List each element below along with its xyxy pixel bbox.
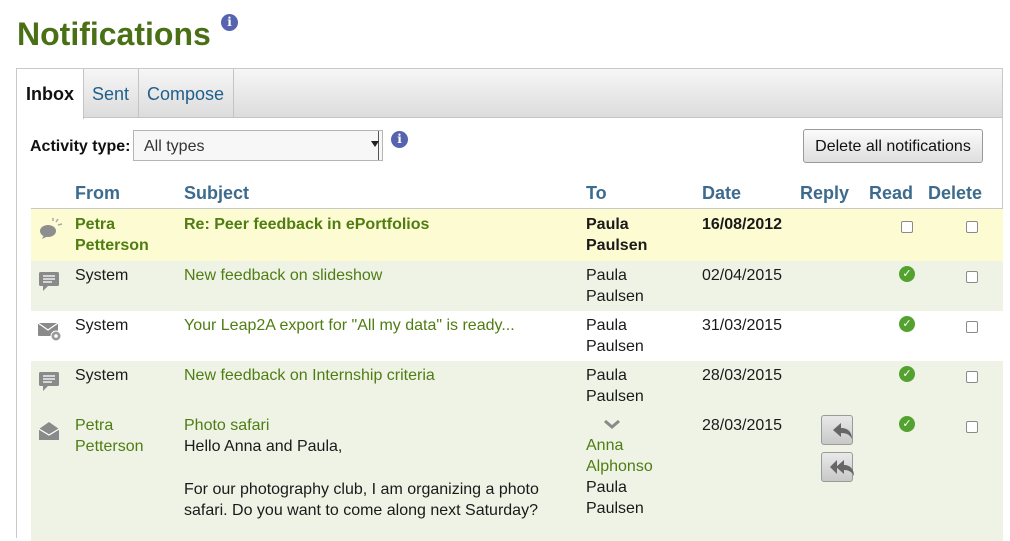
to-line-1: Paula	[586, 267, 627, 284]
to-line-4: Paulsen	[586, 500, 644, 517]
notification-row[interactable]: System New feedback on slideshow Paula P…	[31, 261, 1003, 311]
read-check-icon: ✓	[899, 416, 915, 432]
tab-inbox[interactable]: Inbox	[17, 69, 84, 119]
message-body-line: safari. Do you want to come along next S…	[184, 502, 538, 519]
envelope-icon	[38, 422, 60, 440]
delete-checkbox[interactable]	[966, 271, 978, 283]
from-line-1: System	[75, 267, 129, 284]
reply-all-icon	[830, 460, 854, 476]
from-line-1: System	[75, 367, 129, 384]
activity-type-selected: All types	[144, 138, 205, 155]
message-body-line: For our photography club, I am organizin…	[184, 481, 539, 498]
delete-checkbox[interactable]	[966, 371, 978, 383]
delete-checkbox[interactable]	[966, 421, 978, 433]
comment-icon	[39, 372, 59, 391]
chevron-down-icon[interactable]	[603, 419, 621, 431]
activity-icon	[40, 218, 63, 239]
read-check-icon: ✓	[899, 316, 915, 332]
column-header-delete: Delete	[928, 183, 983, 203]
column-header-to[interactable]: To	[586, 183, 607, 204]
activity-type-label: Activity type:	[30, 138, 131, 155]
date: 28/03/2015	[702, 367, 783, 384]
to-line-3: Paula	[586, 479, 627, 496]
column-header-read: Read	[869, 183, 914, 203]
from-line-2[interactable]: Petterson	[75, 436, 143, 457]
comment-icon	[39, 272, 59, 291]
date: 02/04/2015	[702, 267, 783, 284]
page-title: Notifications	[17, 16, 211, 52]
subject-link[interactable]: Photo safari	[184, 415, 269, 436]
to-line-1: Paula	[586, 367, 627, 384]
notification-row[interactable]: System New feedback on Internship criter…	[31, 361, 1003, 411]
date: 16/08/2012	[702, 216, 783, 233]
page-info-icon[interactable]: i	[221, 13, 238, 31]
to-line-2: Paulsen	[586, 388, 644, 405]
tab-sent[interactable]: Sent	[83, 69, 140, 118]
subject-link[interactable]: New feedback on Internship criteria	[184, 365, 435, 386]
to-link-line-2[interactable]: Alphonso	[586, 456, 653, 477]
tab-compose[interactable]: Compose	[138, 69, 235, 118]
export-settings-icon	[37, 322, 62, 342]
delete-checkbox[interactable]	[966, 321, 978, 333]
from-line-1[interactable]: Petra	[75, 415, 113, 436]
from-line-1: System	[75, 317, 129, 334]
tab-bar: Inbox Sent Compose	[17, 69, 1002, 119]
to-line-1: Paula	[586, 317, 627, 334]
delete-checkbox[interactable]	[966, 221, 978, 233]
reply-all-button[interactable]	[821, 452, 854, 482]
notification-row[interactable]: Petra Petterson Photo safari Hello Anna …	[31, 411, 1003, 541]
subject-link[interactable]: Your Leap2A export for "All my data" is …	[184, 315, 515, 336]
read-check-icon: ✓	[899, 366, 915, 382]
to-line-2: Paulsen	[586, 237, 648, 254]
read-check-icon: ✓	[899, 266, 915, 282]
date: 31/03/2015	[702, 317, 783, 334]
reply-button[interactable]	[821, 415, 853, 445]
from-line-1[interactable]: Petra	[75, 214, 115, 235]
column-header-date[interactable]: Date	[702, 183, 741, 204]
delete-all-notifications-button[interactable]: Delete all notifications	[803, 129, 983, 163]
from-line-2[interactable]: Petterson	[75, 235, 149, 256]
to-line-1: Paula	[586, 216, 629, 233]
to-line-2: Paulsen	[586, 338, 644, 355]
message-body-line: Hello Anna and Paula,	[184, 438, 343, 455]
filter-row: Activity type: All types i Delete all no…	[17, 129, 1002, 163]
subject-link[interactable]: Re: Peer feedback in ePortfolios	[184, 214, 429, 235]
to-line-2: Paulsen	[586, 288, 644, 305]
notifications-panel: Inbox Sent Compose Activity type: All ty…	[16, 68, 1003, 541]
activity-type-select[interactable]: All types	[133, 130, 383, 161]
subject-link[interactable]: New feedback on slideshow	[184, 265, 382, 286]
reply-icon	[833, 423, 852, 439]
date: 28/03/2015	[702, 417, 783, 434]
notification-row[interactable]: Petra Petterson Re: Peer feedback in ePo…	[31, 209, 1003, 261]
column-header-reply: Reply	[800, 183, 850, 203]
chevron-down-icon	[371, 141, 379, 147]
mark-read-checkbox[interactable]	[901, 221, 913, 233]
to-link-line-1[interactable]: Anna	[586, 435, 623, 456]
notification-row[interactable]: System Your Leap2A export for "All my da…	[31, 311, 1003, 361]
column-header-subject[interactable]: Subject	[184, 183, 249, 204]
activity-type-info-icon[interactable]: i	[391, 130, 408, 148]
column-header-from[interactable]: From	[75, 183, 120, 204]
